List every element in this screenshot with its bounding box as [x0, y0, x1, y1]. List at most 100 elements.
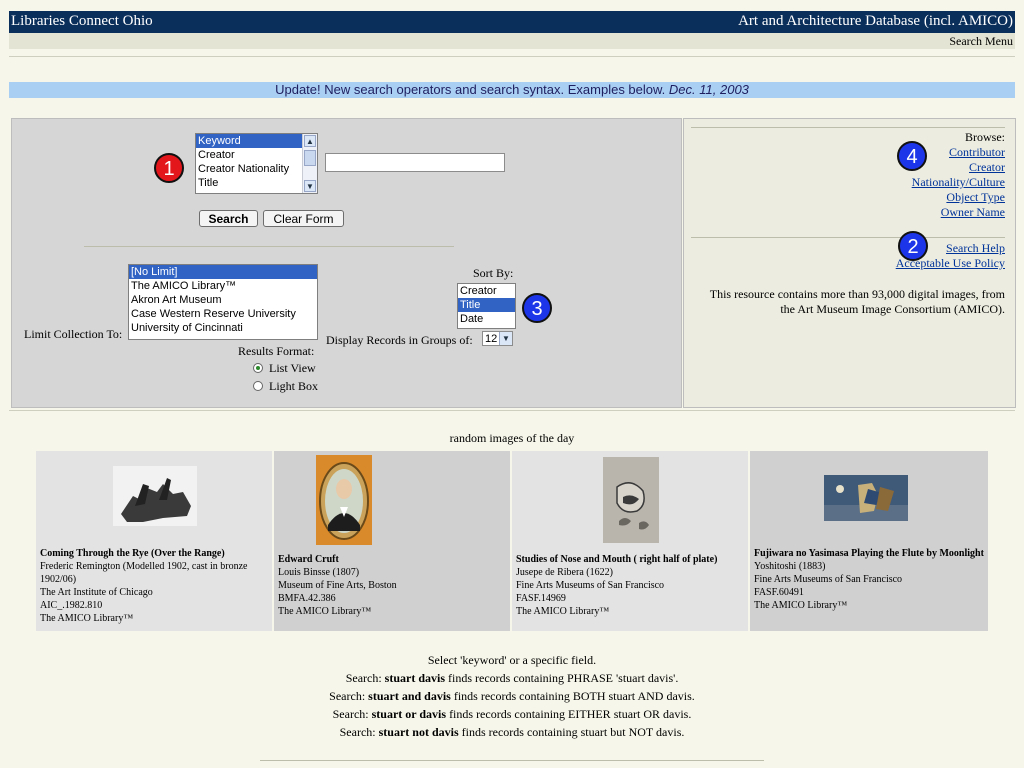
database-title: Art and Architecture Database (incl. AMI… — [738, 13, 1013, 29]
panel-divider — [84, 246, 454, 247]
field-option-title[interactable]: Title — [196, 176, 317, 190]
list-view-label: List View — [269, 361, 316, 375]
image-tile[interactable]: Fujiwara no Yasimasa Playing the Flute b… — [750, 451, 988, 631]
search-tips: Select 'keyword' or a specific field. Se… — [0, 651, 1024, 741]
browse-link-owner-name[interactable]: Owner Name — [912, 205, 1005, 220]
chevron-down-icon[interactable]: ▼ — [499, 332, 512, 345]
image-title[interactable]: Studies of Nose and Mouth ( right half o… — [516, 554, 717, 565]
search-button[interactable]: Search — [199, 210, 258, 227]
field-option-keyword[interactable]: Keyword — [196, 134, 317, 148]
image-caption: Fujiwara no Yasimasa Playing the Flute b… — [754, 547, 984, 612]
image-owner: The Art Institute of Chicago — [40, 587, 153, 598]
sort-option-date[interactable]: Date — [458, 312, 515, 326]
image-caption: Edward Cruft Louis Binsse (1807) Museum … — [278, 553, 506, 618]
scroll-up-arrow-icon[interactable]: ▲ — [304, 135, 316, 147]
portrait-thumbnail[interactable] — [316, 455, 372, 545]
image-title[interactable]: Edward Cruft — [278, 554, 339, 565]
search-query-input[interactable] — [325, 153, 505, 172]
image-tile[interactable]: Edward Cruft Louis Binsse (1807) Museum … — [274, 451, 510, 631]
collection-select-list[interactable]: [No Limit] The AMICO Library™ Akron Art … — [128, 264, 318, 340]
menu-bar: Search Menu — [9, 33, 1015, 49]
image-owner: Museum of Fine Arts, Boston — [278, 580, 397, 591]
tip-line: Search: stuart or davis finds records co… — [0, 705, 1024, 723]
image-creator: Frederic Remington (Modelled 1902, cast … — [40, 561, 248, 585]
limit-collection-label: Limit Collection To: — [24, 327, 123, 341]
sort-by-label: Sort By: — [473, 266, 514, 280]
image-tile[interactable]: Coming Through the Rye (Over the Range) … — [36, 451, 272, 631]
image-owner: Fine Arts Museums of San Francisco — [754, 574, 903, 585]
image-id: FASF.60491 — [754, 587, 804, 598]
random-images-heading: random images of the day — [449, 431, 575, 445]
sort-option-creator[interactable]: Creator — [458, 284, 515, 298]
collection-option[interactable]: Case Western Reserve University — [129, 307, 317, 321]
list-view-radio[interactable] — [253, 363, 263, 373]
image-creator: Louis Binsse (1807) — [278, 567, 360, 578]
divider — [9, 56, 1015, 57]
tip-term: stuart or davis — [371, 707, 447, 721]
image-caption: Studies of Nose and Mouth ( right half o… — [516, 553, 744, 618]
site-title: Libraries Connect Ohio — [11, 13, 153, 29]
image-id: BMFA.42.386 — [278, 593, 336, 604]
image-library: The AMICO Library™ — [754, 600, 848, 611]
callout-badge-4: 4 — [897, 141, 927, 171]
tip-text: finds records containing stuart but NOT … — [461, 725, 685, 739]
browse-link-nationality[interactable]: Nationality/Culture — [912, 175, 1005, 190]
browse-link-object-type[interactable]: Object Type — [912, 190, 1005, 205]
browse-heading: Browse: — [965, 130, 1005, 144]
image-library: The AMICO Library™ — [40, 613, 134, 624]
tip-term: stuart not davis — [378, 725, 459, 739]
footer-divider — [260, 760, 764, 761]
callout-badge-1: 1 — [154, 153, 184, 183]
browse-top-divider — [691, 127, 1005, 128]
field-option-creator[interactable]: Creator — [196, 148, 317, 162]
divider — [9, 410, 1015, 411]
callout-badge-3: 3 — [522, 293, 552, 323]
sort-option-title[interactable]: Title — [458, 298, 515, 312]
image-library: The AMICO Library™ — [278, 606, 372, 617]
collection-option[interactable]: University of Cincinnati — [129, 321, 317, 335]
image-title[interactable]: Fujiwara no Yasimasa Playing the Flute b… — [754, 548, 984, 559]
image-caption: Coming Through the Rye (Over the Range) … — [40, 547, 268, 625]
image-tile[interactable]: Studies of Nose and Mouth ( right half o… — [512, 451, 748, 631]
groups-select-value: 12 — [485, 333, 498, 345]
collection-option[interactable]: The AMICO Library™ — [129, 279, 317, 293]
clear-form-button[interactable]: Clear Form — [263, 210, 344, 227]
update-text: Update! New search operators and search … — [275, 82, 666, 97]
tip-line: Search: stuart not davis finds records c… — [0, 723, 1024, 741]
collection-option[interactable]: Akron Art Museum — [129, 293, 317, 307]
callout-badge-2: 2 — [898, 231, 928, 261]
field-option-creator-nationality[interactable]: Creator Nationality — [196, 162, 317, 176]
field-select-list[interactable]: Keyword Creator Creator Nationality Titl… — [195, 133, 318, 194]
groups-select[interactable]: 12 ▼ — [482, 331, 513, 346]
woodblock-thumbnail[interactable] — [824, 475, 908, 521]
tip-text: finds records containing BOTH stuart AND… — [453, 689, 695, 703]
scroll-thumb[interactable] — [304, 150, 316, 166]
display-groups-label: Display Records in Groups of: — [326, 333, 473, 347]
tip-prefix: Search: — [329, 689, 366, 703]
image-creator: Yoshitoshi (1883) — [754, 561, 826, 572]
scroll-down-arrow-icon[interactable]: ▼ — [304, 180, 316, 192]
tip-text: finds records containing EITHER stuart O… — [449, 707, 692, 721]
image-owner: Fine Arts Museums of San Francisco — [516, 580, 665, 591]
sketch-thumbnail[interactable] — [603, 457, 659, 543]
sort-select-list[interactable]: Creator Title Date — [457, 283, 516, 329]
image-title[interactable]: Coming Through the Rye (Over the Range) — [40, 548, 225, 559]
collection-option[interactable]: [No Limit] — [129, 265, 317, 279]
search-menu-link[interactable]: Search Menu — [949, 34, 1013, 49]
browse-list: Browse: Contributor Creator Nationality/… — [912, 130, 1005, 220]
tip-line: Search: stuart and davis finds records c… — [0, 687, 1024, 705]
tip-prefix: Search: — [345, 671, 382, 685]
browse-link-creator[interactable]: Creator — [912, 160, 1005, 175]
image-id: FASF.14969 — [516, 593, 566, 604]
tip-term: stuart and davis — [368, 689, 451, 703]
image-creator: Jusepe de Ribera (1622) — [516, 567, 613, 578]
tip-term: stuart davis — [384, 671, 446, 685]
resource-note: This resource contains more than 93,000 … — [709, 287, 1005, 316]
sculpture-thumbnail[interactable] — [113, 466, 197, 526]
field-list-scrollbar[interactable]: ▲ ▼ — [302, 134, 317, 193]
update-date: Dec. 11, 2003 — [668, 82, 749, 97]
browse-mid-divider — [691, 237, 1005, 238]
header-bar: Libraries Connect Ohio Art and Architect… — [9, 11, 1015, 33]
light-box-label: Light Box — [269, 379, 319, 393]
light-box-radio[interactable] — [253, 381, 263, 391]
